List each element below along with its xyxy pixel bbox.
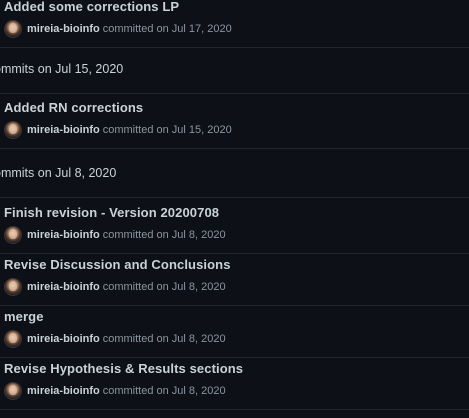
committed-label: committed on	[102, 281, 169, 293]
commit-row: Added some corrections LP mireia-bioinfo…	[0, 0, 469, 48]
commit-title-link[interactable]: Revise Hypothesis & Results sections	[4, 361, 243, 376]
committed-label: committed on	[102, 229, 169, 241]
commit-author-link[interactable]: mireia-bioinfo	[27, 229, 100, 241]
commit-meta: mireia-bioinfo committed on Jul 17, 2020	[4, 19, 232, 39]
commit-title-link[interactable]: Revise Discussion and Conclusions	[4, 257, 231, 272]
commit-meta: mireia-bioinfo committed on Jul 15, 2020	[4, 120, 232, 140]
commit-title-link[interactable]: Added RN corrections	[4, 100, 143, 115]
commit-row: Added RN corrections mireia-bioinfo comm…	[0, 97, 469, 149]
commit-meta: mireia-bioinfo committed on Jul 8, 2020	[4, 329, 226, 349]
commit-author-link[interactable]: mireia-bioinfo	[27, 333, 100, 345]
commit-date: Jul 15, 2020	[171, 124, 232, 136]
commit-group-header: ommits on Jul 8, 2020	[0, 152, 469, 198]
commit-group-title: ommits on Jul 8, 2020	[0, 166, 117, 180]
commit-date: Jul 8, 2020	[171, 281, 226, 293]
commit-date: Jul 8, 2020	[171, 385, 226, 397]
avatar[interactable]	[4, 121, 22, 139]
avatar[interactable]	[4, 226, 22, 244]
commit-row: Revise Discussion and Conclusions mireia…	[0, 254, 469, 306]
commit-row: merge mireia-bioinfo committed on Jul 8,…	[0, 306, 469, 358]
committed-label: committed on	[102, 385, 169, 397]
commit-title-link[interactable]: Finish revision - Version 20200708	[4, 205, 219, 220]
commit-date: Jul 8, 2020	[171, 229, 226, 241]
avatar[interactable]	[4, 330, 22, 348]
commit-meta: mireia-bioinfo committed on Jul 8, 2020	[4, 277, 226, 297]
avatar[interactable]	[4, 382, 22, 400]
commit-group-title: ommits on Jul 15, 2020	[0, 62, 124, 76]
commit-meta: mireia-bioinfo committed on Jul 8, 2020	[4, 225, 226, 245]
commit-author-link[interactable]: mireia-bioinfo	[27, 281, 100, 293]
commit-title-link[interactable]: Added some corrections LP	[4, 0, 179, 14]
avatar[interactable]	[4, 278, 22, 296]
committed-label: committed on	[102, 333, 169, 345]
avatar[interactable]	[4, 20, 22, 38]
committed-label: committed on	[102, 124, 169, 136]
commit-group-header: ommits on Jul 15, 2020	[0, 48, 469, 94]
commit-title-link[interactable]: merge	[4, 309, 44, 324]
committed-label: committed on	[102, 23, 169, 35]
commit-author-link[interactable]: mireia-bioinfo	[27, 23, 100, 35]
commit-author-link[interactable]: mireia-bioinfo	[27, 385, 100, 397]
commit-author-link[interactable]: mireia-bioinfo	[27, 124, 100, 136]
commit-meta: mireia-bioinfo committed on Jul 8, 2020	[4, 381, 226, 401]
commit-date: Jul 8, 2020	[171, 333, 226, 345]
commit-row: Revise Hypothesis & Results sections mir…	[0, 358, 469, 410]
commit-date: Jul 17, 2020	[171, 23, 232, 35]
commit-row: Finish revision - Version 20200708 mirei…	[0, 202, 469, 254]
